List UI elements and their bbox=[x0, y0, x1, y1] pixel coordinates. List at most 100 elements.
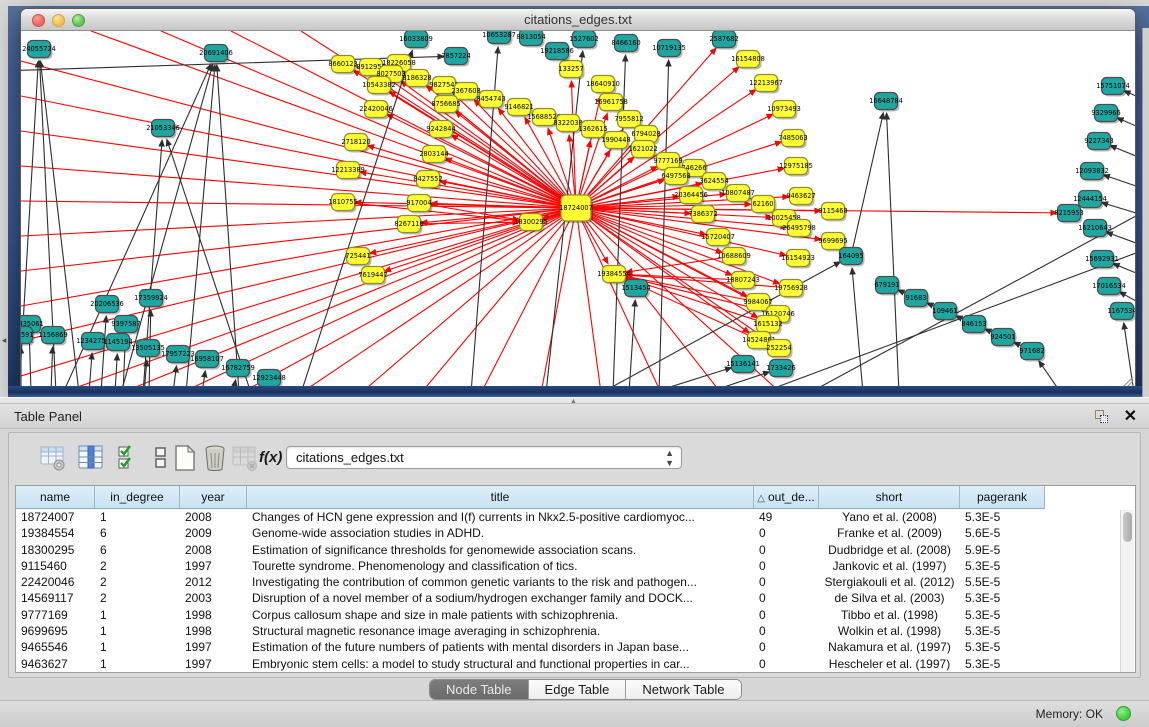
graph-node[interactable]: 846153 bbox=[961, 316, 987, 335]
graph-node[interactable]: 7485063 bbox=[778, 130, 807, 149]
graph-node[interactable]: 971682 bbox=[1019, 343, 1045, 362]
graph-node[interactable]: 24055724 bbox=[22, 41, 56, 60]
graph-node[interactable]: 15692931 bbox=[1085, 251, 1119, 270]
graph-node[interactable]: 2587682 bbox=[709, 31, 738, 50]
table-row[interactable]: 946362711997Embryonic stem cells: a mode… bbox=[16, 656, 1120, 672]
column-header-pagerank[interactable]: pagerank bbox=[960, 486, 1045, 509]
table-settings-icon[interactable] bbox=[39, 443, 67, 473]
tab-network-table[interactable]: Network Table bbox=[626, 680, 740, 699]
graph-node[interactable]: 109461 bbox=[932, 303, 958, 322]
table-selector-dropdown[interactable]: citations_edges.txt ▲▼ bbox=[286, 446, 682, 469]
graph-node[interactable]: 16210643 bbox=[1078, 220, 1112, 239]
graph-node[interactable]: 924501 bbox=[990, 329, 1016, 348]
graph-node[interactable]: 16961758 bbox=[594, 94, 628, 113]
window-titlebar[interactable]: citations_edges.txt bbox=[21, 9, 1135, 31]
graph-node[interactable]: 15751074 bbox=[1096, 78, 1130, 97]
graph-node[interactable]: 7619447 bbox=[358, 267, 387, 286]
graph-node[interactable]: 8427552 bbox=[413, 171, 442, 190]
node-table[interactable]: namein_degreeyeartitle△out_de...shortpag… bbox=[15, 485, 1136, 673]
select-visible-columns-icon[interactable] bbox=[115, 443, 143, 473]
close-panel-icon[interactable]: ✕ bbox=[1124, 406, 1137, 426]
graph-node[interactable]: 91683 bbox=[905, 290, 930, 309]
network-canvas[interactable]: 1872400718300295193845548660123891295918… bbox=[21, 31, 1135, 391]
table-row[interactable]: 2242004622012Investigating the contribut… bbox=[16, 574, 1120, 590]
graph-node[interactable]: 17016534 bbox=[1092, 278, 1126, 297]
graph-node[interactable]: 1810755 bbox=[328, 194, 357, 213]
tab-node-table[interactable]: Node Table bbox=[430, 680, 529, 699]
split-pane-divider[interactable]: ▲▼ bbox=[0, 397, 1149, 404]
graph-node[interactable]: 9115460 bbox=[818, 203, 847, 222]
graph-node[interactable]: 6497568 bbox=[661, 168, 690, 187]
table-row[interactable]: 1456911722003Disruption of a novel membe… bbox=[16, 590, 1120, 606]
show-columns-icon[interactable] bbox=[77, 443, 105, 473]
graph-node[interactable]: 917004 bbox=[406, 195, 432, 214]
graph-node[interactable]: 10688609 bbox=[717, 248, 751, 267]
graph-node[interactable]: 16782759 bbox=[221, 360, 255, 379]
table-row[interactable]: 969969511998Structural magnetic resonanc… bbox=[16, 623, 1120, 639]
graph-node[interactable]: 19218586 bbox=[540, 43, 574, 62]
graph-node[interactable]: 164095 bbox=[838, 248, 864, 267]
graph-node[interactable]: 9463627 bbox=[786, 188, 815, 207]
create-column-icon[interactable] bbox=[171, 443, 199, 473]
graph-node[interactable]: 679191 bbox=[874, 277, 900, 296]
graph-node[interactable]: 7386372 bbox=[688, 206, 717, 225]
graph-node[interactable]: 10973493 bbox=[767, 101, 801, 120]
table-row[interactable]: 911546021997Tourette syndrome. Phenomeno… bbox=[16, 558, 1120, 574]
table-row[interactable]: 1938455462009Genome-wide association stu… bbox=[16, 525, 1120, 541]
graph-node[interactable]: 1156869 bbox=[38, 327, 67, 346]
table-scrollbar[interactable] bbox=[1120, 510, 1134, 672]
graph-node[interactable]: 252254 bbox=[766, 340, 792, 359]
graph-node[interactable]: 16154923 bbox=[781, 250, 815, 269]
graph-node[interactable]: 1167534 bbox=[1107, 303, 1135, 322]
graph-node[interactable]: 1990448 bbox=[601, 132, 630, 151]
graph-node[interactable]: 9227343 bbox=[1084, 133, 1113, 152]
graph-node[interactable]: 8267110 bbox=[394, 216, 423, 235]
graph-node[interactable]: 22420046 bbox=[359, 101, 393, 120]
network-graph[interactable]: 1872400718300295193845548660123891295918… bbox=[21, 31, 1135, 391]
graph-node[interactable]: 10719135 bbox=[652, 40, 686, 59]
graph-node[interactable]: 17359924 bbox=[134, 290, 168, 309]
graph-node[interactable]: 8215953 bbox=[1054, 205, 1083, 224]
graph-node[interactable]: 2718120 bbox=[341, 134, 370, 153]
column-header-in_degree[interactable]: in_degree bbox=[95, 486, 180, 509]
graph-node[interactable]: 2803144 bbox=[419, 146, 448, 165]
graph-node[interactable]: 8466160 bbox=[611, 35, 640, 54]
graph-node[interactable]: 133257 bbox=[558, 61, 584, 80]
column-header-short[interactable]: short bbox=[819, 486, 960, 509]
graph-node[interactable]: 1733426 bbox=[766, 360, 795, 379]
graph-node[interactable]: 20691406 bbox=[199, 45, 233, 64]
graph-node[interactable]: 18640910 bbox=[586, 76, 620, 95]
table-row[interactable]: 946554611997Estimation of the future num… bbox=[16, 639, 1120, 655]
graph-node[interactable]: 8660123 bbox=[328, 56, 357, 75]
table-row[interactable]: 1872400712008Changes of HCN gene express… bbox=[16, 509, 1120, 525]
column-header-year[interactable]: year bbox=[180, 486, 247, 509]
graph-node[interactable]: 10653287 bbox=[482, 31, 516, 46]
function-builder-icon[interactable]: f(x) bbox=[259, 443, 289, 473]
graph-node[interactable]: 1513454 bbox=[621, 280, 650, 299]
column-header-name[interactable]: name bbox=[16, 486, 95, 509]
graph-node[interactable]: 13505135 bbox=[131, 340, 165, 359]
network-view-window[interactable]: citations_edges.txt 18724007183002951938… bbox=[20, 8, 1136, 392]
graph-node[interactable]: 18724007 bbox=[559, 195, 593, 223]
delete-table-icon[interactable] bbox=[231, 443, 259, 473]
graph-node[interactable]: 12093832 bbox=[1075, 163, 1109, 182]
graph-node[interactable]: 725441 bbox=[345, 248, 371, 267]
column-header-title[interactable]: title bbox=[247, 486, 754, 509]
graph-node[interactable]: 391591 bbox=[21, 327, 35, 346]
graph-node[interactable]: 15136141 bbox=[726, 356, 760, 375]
graph-node[interactable]: 20206536 bbox=[90, 296, 124, 315]
table-row[interactable]: 977716911998Corpus callosum shape and si… bbox=[16, 607, 1120, 623]
graph-node[interactable]: 16033809 bbox=[399, 31, 433, 50]
graph-node[interactable]: 16648784 bbox=[869, 93, 903, 112]
graph-node[interactable]: 9397587 bbox=[111, 316, 140, 335]
graph-node[interactable]: 16154808 bbox=[731, 51, 765, 70]
delete-column-icon[interactable] bbox=[201, 443, 229, 473]
graph-node[interactable]: 8813054 bbox=[516, 31, 545, 48]
tab-edge-table[interactable]: Edge Table bbox=[529, 680, 627, 699]
left-panel-collapse-handle[interactable]: ◂ bbox=[0, 333, 8, 347]
graph-node[interactable]: 7857224 bbox=[441, 48, 470, 67]
table-scrollbar-thumb[interactable] bbox=[1123, 512, 1132, 542]
column-header-out_de[interactable]: △out_de... bbox=[754, 486, 819, 509]
graph-node[interactable]: 9329966 bbox=[1091, 105, 1120, 124]
float-panel-icon[interactable] bbox=[1094, 409, 1109, 424]
